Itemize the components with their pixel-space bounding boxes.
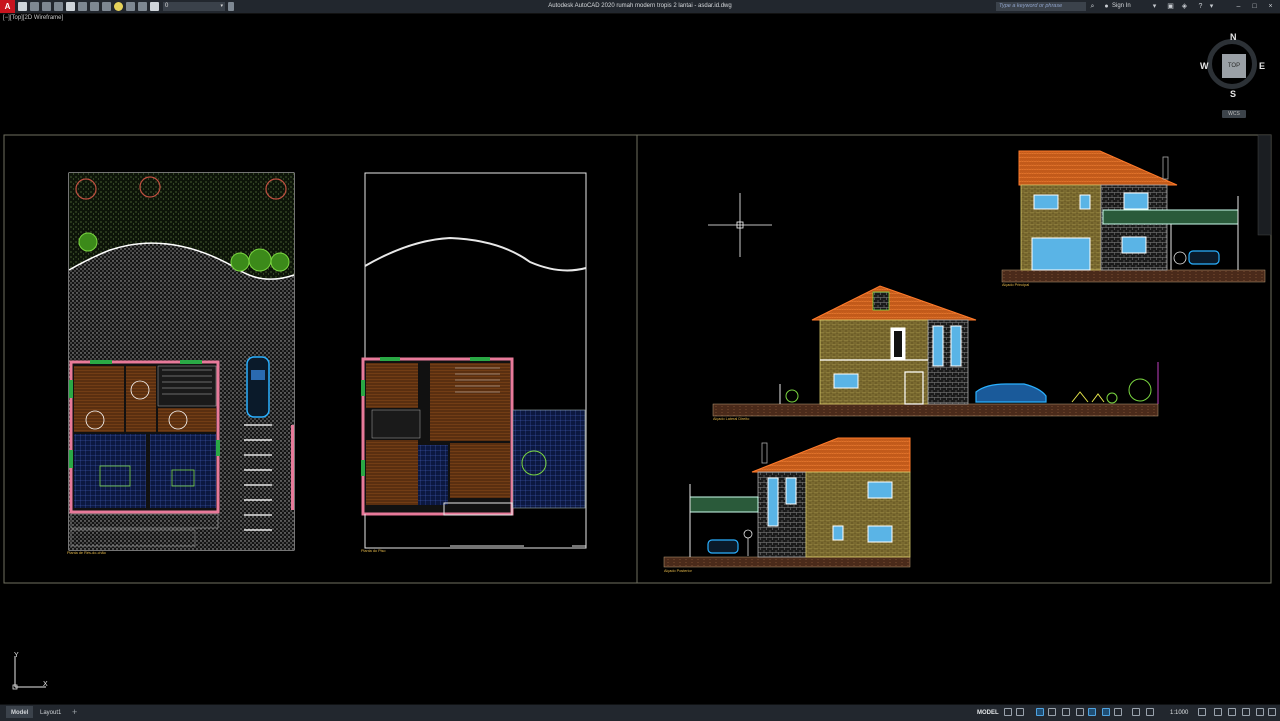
elevation-rear <box>663 437 911 568</box>
object-snap-tracking-icon[interactable] <box>1076 708 1084 716</box>
grid-icon[interactable] <box>1004 708 1012 716</box>
ucs-x-label: X <box>43 681 48 688</box>
car <box>707 539 739 554</box>
elevation-side <box>712 285 1159 417</box>
shrub <box>248 248 272 272</box>
compass-east[interactable]: E <box>1259 61 1265 71</box>
units-icon[interactable] <box>1228 708 1236 716</box>
tab-model[interactable]: Model <box>6 706 34 718</box>
shrub <box>78 232 98 252</box>
annotation-visibility-icon[interactable] <box>1146 708 1154 716</box>
compass-north[interactable]: N <box>1230 32 1237 42</box>
ground-floor-label: Planta de Rés-do-chão <box>67 551 106 555</box>
tab-layout1[interactable]: Layout1 <box>35 706 66 718</box>
workspace-gear-icon[interactable] <box>1198 708 1206 716</box>
elevation-front <box>1001 150 1266 283</box>
snap-icon[interactable] <box>1016 708 1024 716</box>
shrub <box>270 252 290 272</box>
car <box>975 383 1047 403</box>
polar-icon[interactable] <box>1048 708 1056 716</box>
selection-cycling-icon[interactable] <box>1132 708 1140 716</box>
crosshair-cursor <box>708 193 772 257</box>
navigation-bar <box>1257 134 1272 236</box>
lineweight-icon[interactable] <box>1102 708 1110 716</box>
wcs-menu[interactable]: WCS <box>1222 110 1246 118</box>
shrub <box>230 252 250 272</box>
model-space-toggle[interactable]: MODEL <box>975 706 1001 718</box>
view-cube-top-face[interactable]: TOP <box>1222 54 1246 78</box>
add-layout-button[interactable]: + <box>72 705 77 719</box>
clean-screen-icon[interactable] <box>1256 708 1264 716</box>
transparency-icon[interactable] <box>1114 708 1122 716</box>
car <box>246 356 270 418</box>
first-floor-label: Planta do Piso <box>361 549 386 553</box>
ortho-icon[interactable] <box>1036 708 1044 716</box>
isolate-objects-icon[interactable] <box>1242 708 1250 716</box>
annotation-monitor-icon[interactable] <box>1214 708 1222 716</box>
view-cube[interactable]: TOP N S E W <box>1200 32 1268 100</box>
elevation-front-label: Alçado Principal <box>1002 283 1030 287</box>
elevation-side-label: Alçado Lateral Direito <box>713 417 750 421</box>
ground-floor-plan <box>68 172 295 551</box>
elevation-rear-label: Alçado Posterior <box>664 569 692 573</box>
isodraft-icon[interactable] <box>1062 708 1070 716</box>
ucs-y-label: Y <box>14 652 19 659</box>
first-floor-plan <box>361 172 587 549</box>
car <box>1188 250 1220 265</box>
compass-south[interactable]: S <box>1230 89 1236 99</box>
status-bar: Model Layout1 + MODEL 1:1000 <box>0 704 1280 721</box>
compass-west[interactable]: W <box>1200 61 1209 71</box>
drawing-canvas[interactable] <box>0 0 1280 720</box>
annotation-scale[interactable]: 1:1000 <box>1170 706 1188 720</box>
object-snap-icon[interactable] <box>1088 708 1096 716</box>
customization-menu-icon[interactable] <box>1268 708 1276 716</box>
